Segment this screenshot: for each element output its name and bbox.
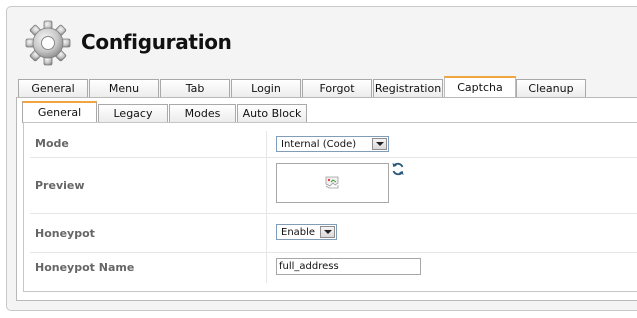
chevron-down-icon <box>320 226 335 238</box>
captcha-preview <box>276 163 389 203</box>
subtab-legacy[interactable]: Legacy <box>98 104 168 122</box>
tab-forgot-login[interactable]: Forgot Login <box>302 79 372 113</box>
tab-registration[interactable]: Registration <box>373 79 443 97</box>
tab-captcha[interactable]: Captcha <box>444 76 516 98</box>
subtab-auto-block[interactable]: Auto Block <box>237 104 307 122</box>
gear-icon <box>25 20 71 66</box>
subtab-general[interactable]: General <box>22 101 97 123</box>
preview-label: Preview <box>35 179 85 192</box>
honeypot-select-value: Enable <box>281 227 316 238</box>
honeypot-name-input[interactable]: full_address <box>276 258 421 275</box>
page-title: Configuration <box>81 30 232 54</box>
honeypot-select[interactable]: Enable <box>276 224 337 240</box>
tab-login[interactable]: Login <box>231 79 301 97</box>
broken-image-icon <box>325 176 339 189</box>
chevron-down-icon <box>372 138 387 150</box>
honeypot-name-label: Honeypot Name <box>35 261 135 274</box>
tab-cleanup[interactable]: Cleanup <box>516 79 586 97</box>
tab-tab[interactable]: Tab <box>160 79 230 97</box>
mode-select[interactable]: Internal (Code) <box>276 136 389 152</box>
refresh-icon[interactable] <box>391 162 405 176</box>
tab-menu[interactable]: Menu <box>89 79 159 97</box>
mode-label: Mode <box>35 137 69 150</box>
mode-select-value: Internal (Code) <box>281 139 357 150</box>
tab-general[interactable]: General <box>18 79 88 97</box>
honeypot-label: Honeypot <box>35 227 95 240</box>
subtab-modes[interactable]: Modes <box>169 104 236 122</box>
